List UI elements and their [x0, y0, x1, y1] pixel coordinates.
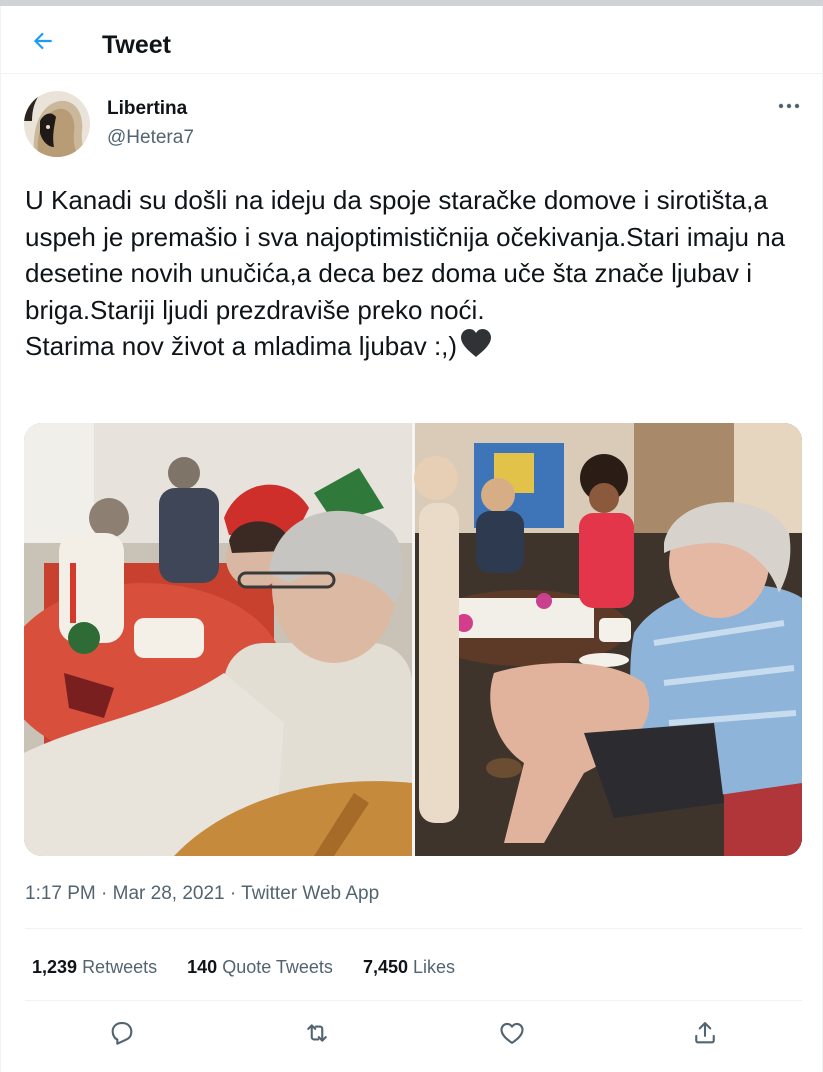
quote-tweets-label: Quote Tweets	[222, 957, 333, 977]
author-handle[interactable]: @Hetera7	[107, 127, 194, 149]
retweet-icon	[307, 1024, 327, 1042]
page-title: Tweet	[102, 31, 171, 59]
retweet-button[interactable]	[299, 1015, 335, 1051]
divider	[25, 928, 802, 929]
divider	[25, 1000, 802, 1001]
retweets-stat[interactable]: 1,239 Retweets	[32, 957, 157, 977]
reply-icon	[111, 1022, 133, 1045]
tweet-stats: 1,239 Retweets 140 Quote Tweets 7,450 Li…	[32, 956, 480, 978]
retweets-count: 1,239	[32, 957, 78, 977]
likes-label: Likes	[413, 957, 456, 977]
tweet-media-photo[interactable]	[24, 423, 802, 856]
likes-stat[interactable]: 7,450 Likes	[363, 957, 455, 977]
author-name[interactable]: Libertina	[107, 98, 187, 120]
page-header: Tweet	[0, 6, 823, 74]
quote-tweets-count: 140	[187, 957, 218, 977]
quote-tweets-stat[interactable]: 140 Quote Tweets	[187, 957, 333, 977]
likes-count: 7,450	[362, 957, 408, 977]
back-arrow-icon[interactable]	[30, 28, 56, 54]
black-heart-emoji	[459, 328, 493, 368]
share-icon	[695, 1022, 715, 1044]
tweet-body: U Kanadi su došli na ideju da spoje star…	[25, 185, 786, 361]
tweet-text: U Kanadi su došli na ideju da spoje star…	[25, 182, 805, 368]
retweets-label: Retweets	[82, 957, 158, 977]
avatar[interactable]	[24, 91, 90, 157]
tweet-timestamp[interactable]: 1:17 PM · Mar 28, 2021 · Twitter Web App	[25, 882, 379, 906]
like-button[interactable]	[494, 1015, 530, 1051]
more-horizontal-icon[interactable]	[774, 96, 804, 116]
reply-button[interactable]	[104, 1015, 140, 1051]
share-button[interactable]	[687, 1015, 723, 1051]
like-icon	[500, 1022, 524, 1044]
